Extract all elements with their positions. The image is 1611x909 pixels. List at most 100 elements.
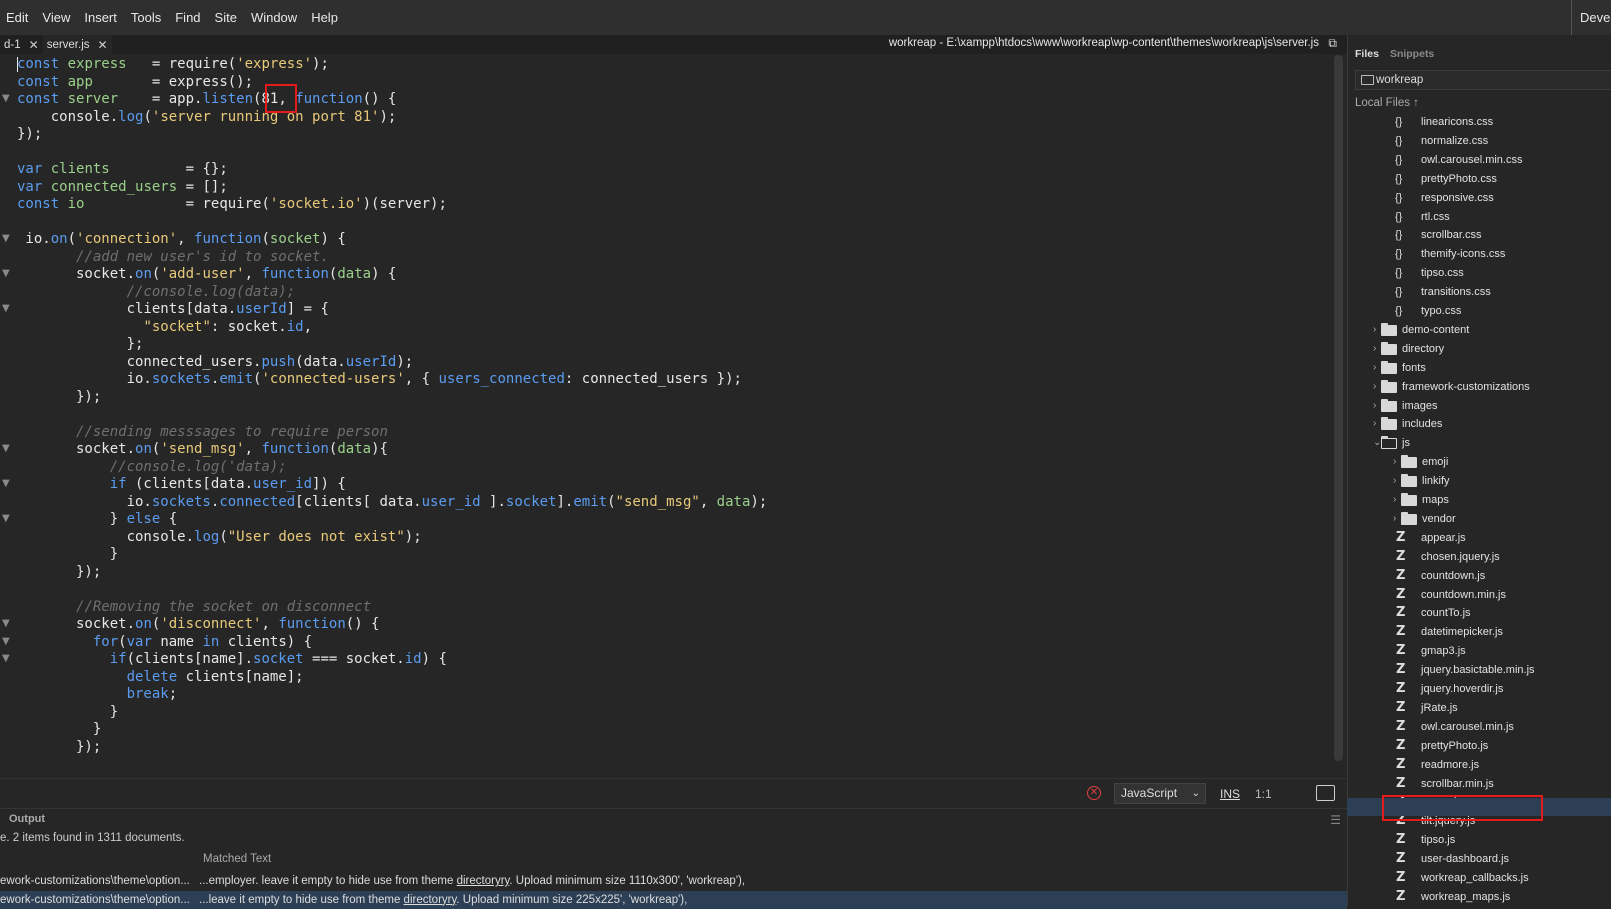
folder-item[interactable]: › includes xyxy=(1348,415,1611,433)
menu-view[interactable]: View xyxy=(36,10,78,25)
file-item[interactable]: user-dashboard.js xyxy=(1348,850,1611,868)
code-line[interactable]: }); xyxy=(17,563,101,581)
tab-files[interactable]: Files xyxy=(1355,48,1379,60)
code-line[interactable]: io.sockets.connected[clients[ data.user_… xyxy=(17,493,768,511)
chevron-right-icon[interactable]: › xyxy=(1373,340,1376,358)
fold-arrow-icon[interactable]: ▼ xyxy=(2,90,10,108)
chevron-right-icon[interactable]: › xyxy=(1373,378,1376,396)
menu-site[interactable]: Site xyxy=(209,10,245,25)
code-line[interactable]: //Removing the socket on disconnect xyxy=(17,598,371,616)
menu-insert[interactable]: Insert xyxy=(78,10,125,25)
chevron-right-icon[interactable]: › xyxy=(1373,397,1376,415)
tab-server-js[interactable]: server.js ✕ xyxy=(42,35,112,54)
fold-arrow-icon[interactable]: ▼ xyxy=(2,300,10,318)
fold-arrow-icon[interactable]: ▼ xyxy=(2,230,10,248)
close-icon[interactable]: ✕ xyxy=(29,38,39,52)
file-item[interactable]: {} transitions.css xyxy=(1348,283,1611,301)
code-line[interactable]: }; xyxy=(17,335,144,353)
project-select[interactable]: workreap xyxy=(1355,70,1611,90)
menu-window[interactable]: Window xyxy=(245,10,305,25)
chevron-right-icon[interactable]: › xyxy=(1373,415,1376,433)
file-item[interactable]: {} normalize.css xyxy=(1348,132,1611,150)
file-item[interactable]: owl.carousel.min.js xyxy=(1348,718,1611,736)
code-line[interactable]: if (clients[data.user_id]) { xyxy=(17,475,346,493)
code-line[interactable]: //add new user's id to socket. xyxy=(17,248,329,266)
close-icon[interactable]: ✕ xyxy=(98,38,108,52)
code-line[interactable]: } xyxy=(17,720,101,738)
code-line[interactable]: socket.on('disconnect', function() { xyxy=(17,615,379,633)
code-line[interactable]: socket.on('add-user', function(data) { xyxy=(17,265,396,283)
code-line[interactable]: io.on('connection', function(socket) { xyxy=(17,230,345,248)
code-editor[interactable]: const express = require('express'); const… xyxy=(0,55,1335,777)
code-line[interactable]: const io = require('socket.io')(server); xyxy=(17,195,447,213)
fold-arrow-icon[interactable]: ▼ xyxy=(2,615,10,633)
folder-item[interactable]: › fonts xyxy=(1348,359,1611,377)
file-item[interactable]: {} scrollbar.css xyxy=(1348,226,1611,244)
chevron-right-icon[interactable]: › xyxy=(1373,359,1376,377)
folder-item[interactable]: › linkify xyxy=(1348,472,1611,490)
folder-item[interactable]: › demo-content xyxy=(1348,321,1611,339)
chevron-right-icon[interactable]: › xyxy=(1393,491,1396,509)
fold-arrow-icon[interactable]: ▼ xyxy=(2,633,10,651)
file-item[interactable]: countTo.js xyxy=(1348,604,1611,622)
code-line[interactable]: const app = express(); xyxy=(17,73,253,91)
code-line[interactable]: }); xyxy=(17,738,101,756)
live-view-icon[interactable] xyxy=(1316,785,1335,801)
code-line[interactable]: const express = require('express'); xyxy=(17,55,329,73)
code-line[interactable]: connected_users.push(data.userId); xyxy=(17,353,414,371)
chevron-right-icon[interactable]: › xyxy=(1393,472,1396,490)
code-line[interactable]: }); xyxy=(17,125,42,143)
file-item[interactable]: readmore.js xyxy=(1348,756,1611,774)
file-item[interactable]: {} tipso.css xyxy=(1348,264,1611,282)
code-line[interactable]: } else { xyxy=(17,510,177,528)
panel-menu-icon[interactable]: ☰ xyxy=(1330,813,1341,827)
fold-arrow-icon[interactable]: ▼ xyxy=(2,650,10,668)
file-item[interactable]: gmap3.js xyxy=(1348,642,1611,660)
file-item[interactable]: chosen.jquery.js xyxy=(1348,548,1611,566)
folder-item[interactable]: › directory xyxy=(1348,340,1611,358)
code-line[interactable]: var connected_users = []; xyxy=(17,178,228,196)
code-line[interactable]: clients[data.userId] = { xyxy=(17,300,329,318)
code-line[interactable]: //console.log(data); xyxy=(17,283,296,301)
file-item[interactable]: appear.js xyxy=(1348,529,1611,547)
restore-window-icon[interactable]: ⧉ xyxy=(1328,36,1337,51)
file-item[interactable]: countdown.min.js xyxy=(1348,586,1611,604)
file-item[interactable]: {} rtl.css xyxy=(1348,208,1611,226)
file-item[interactable]: {} prettyPhoto.css xyxy=(1348,170,1611,188)
fold-arrow-icon[interactable]: ▼ xyxy=(2,475,10,493)
file-item[interactable]: {} owl.carousel.min.css xyxy=(1348,151,1611,169)
file-item[interactable]: {} responsive.css xyxy=(1348,189,1611,207)
code-line[interactable]: } xyxy=(17,545,118,563)
tab-d-1[interactable]: d-1 ✕ xyxy=(0,35,43,54)
fold-arrow-icon[interactable]: ▼ xyxy=(2,510,10,528)
fold-arrow-icon[interactable]: ▼ xyxy=(2,265,10,283)
code-line[interactable]: }); xyxy=(17,388,101,406)
file-item[interactable]: datetimepicker.js xyxy=(1348,623,1611,641)
fold-arrow-icon[interactable]: ▼ xyxy=(2,440,10,458)
error-icon[interactable]: ✕ xyxy=(1087,786,1101,800)
folder-item[interactable]: › framework-customizations xyxy=(1348,378,1611,396)
chevron-right-icon[interactable]: › xyxy=(1393,453,1396,471)
code-line[interactable]: console.log("User does not exist"); xyxy=(17,528,422,546)
local-files-header[interactable]: Local Files ↑ xyxy=(1355,97,1419,109)
code-line[interactable]: console.log('server running on port 81')… xyxy=(17,108,397,126)
file-item[interactable]: jRate.js xyxy=(1348,699,1611,717)
code-line[interactable]: socket.on('send_msg', function(data){ xyxy=(17,440,388,458)
file-item[interactable]: scrollbar.min.js xyxy=(1348,775,1611,793)
code-line[interactable]: delete clients[name]; xyxy=(17,668,304,686)
chevron-right-icon[interactable]: › xyxy=(1393,510,1396,528)
file-item[interactable]: jquery.basictable.min.js xyxy=(1348,661,1611,679)
folder-item-js[interactable]: ⌄ js xyxy=(1348,434,1611,452)
insert-mode[interactable]: INS xyxy=(1220,787,1240,801)
file-item[interactable]: jquery.hoverdir.js xyxy=(1348,680,1611,698)
code-line[interactable]: } xyxy=(17,703,118,721)
file-item[interactable]: tipso.js xyxy=(1348,831,1611,849)
language-select[interactable]: JavaScript ⌄ xyxy=(1114,783,1206,804)
folder-item[interactable]: › images xyxy=(1348,397,1611,415)
code-line[interactable]: //console.log('data); xyxy=(17,458,287,476)
file-item[interactable]: workreap_callbacks.js xyxy=(1348,869,1611,887)
code-line[interactable]: const server = app.listen(81, function()… xyxy=(17,90,396,108)
file-item[interactable]: countdown.js xyxy=(1348,567,1611,585)
code-line[interactable]: //sending messsages to require person xyxy=(17,423,388,441)
chevron-right-icon[interactable]: › xyxy=(1373,321,1376,339)
